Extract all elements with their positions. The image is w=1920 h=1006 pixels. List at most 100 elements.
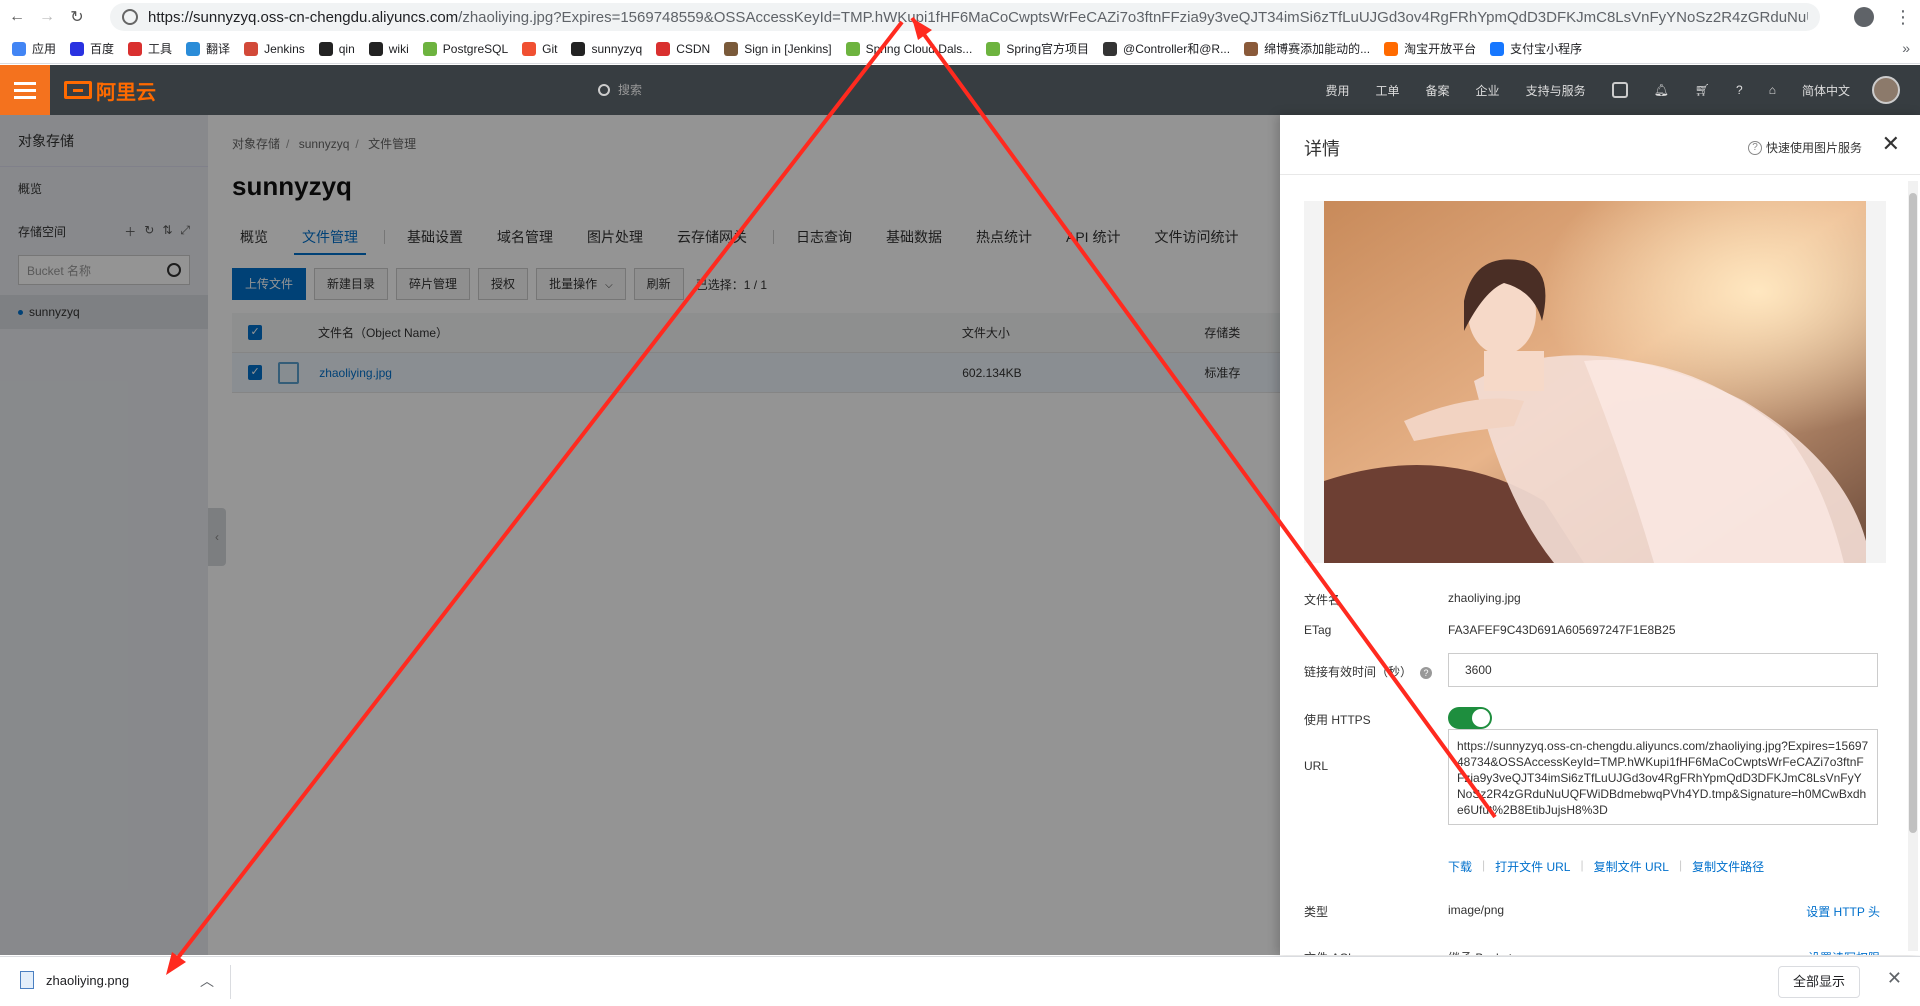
bookmark-item[interactable]: Spring Cloud Dals... [845,41,973,56]
bookmark-item[interactable]: @Controller和@R... [1103,40,1230,57]
modal-overlay[interactable] [0,115,1280,955]
panel-scrollbar[interactable] [1908,181,1918,951]
terminal-icon[interactable] [1611,82,1628,98]
bookmark-label: 绵博赛添加能动的... [1264,42,1371,56]
download-item[interactable]: zhaoliying.png [20,971,129,989]
nav-icp[interactable]: 备案 [1426,82,1450,99]
nav-fee[interactable]: 费用 [1326,82,1350,99]
bookmark-item[interactable]: Jenkins [244,41,305,56]
close-icon[interactable]: ✕ [1882,131,1900,157]
bookmark-item[interactable]: 支付宝小程序 [1490,40,1582,57]
bookmark-label: 应用 [32,42,57,56]
bookmark-icon [244,41,259,56]
nav-enterprise[interactable]: 企业 [1476,82,1500,99]
file-icon [20,971,34,989]
bookmark-label: 淘宝开放平台 [1404,42,1477,56]
acl-label: 文件 ACL [1304,949,1355,955]
copy-path-link[interactable]: 复制文件路径 [1692,858,1764,875]
logo-text: 阿里云 [96,81,156,104]
bookmark-label: 百度 [90,42,115,56]
filename-label: 文件名 [1304,593,1341,607]
url-bar[interactable]: https://sunnyzyq.oss-cn-chengdu.aliyuncs… [110,3,1820,31]
expire-input[interactable]: 3600 [1448,653,1878,687]
bookmark-item[interactable]: Sign in [Jenkins] [724,41,832,56]
url-label: URL [1304,759,1329,773]
bookmark-item[interactable]: sunnyzyq [571,41,643,56]
image-preview [1304,201,1886,563]
filename-value: zhaoliying.jpg [1448,591,1521,605]
language-switch[interactable]: 简体中文 [1802,82,1850,99]
help-icon[interactable]: ? [1420,667,1433,679]
copy-url-link[interactable]: 复制文件 URL [1594,858,1669,875]
bookmark-icon [845,41,860,56]
aliyun-logo[interactable]: 阿里云 [64,76,156,105]
bookmark-item[interactable]: 翻译 [186,40,230,57]
nav-ticket[interactable]: 工单 [1376,82,1400,99]
bookmark-item[interactable]: Spring官方项目 [986,40,1089,57]
bookmark-label: PostgreSQL [442,41,509,56]
bookmark-item[interactable]: 应用 [12,40,56,57]
download-link[interactable]: 下载 [1448,858,1472,875]
url-actions: 下载 | 打开文件 URL | 复制文件 URL | 复制文件路径 [1448,858,1765,875]
quick-image-service-link[interactable]: ? 快速使用图片服务 [1747,139,1862,156]
console-topbar: 阿里云 搜索 费用 工单 备案 企业 支持与服务 🔔︎ 🛒︎ ? ⌂ 简体中文 [0,65,1920,115]
bookmark-label: Spring Cloud Dals... [865,41,973,56]
url-text[interactable]: https://sunnyzyq.oss-cn-chengdu.aliyuncs… [148,9,1808,26]
bookmark-item[interactable]: 百度 [70,40,114,57]
bookmark-label: 工具 [148,42,173,56]
reload-icon[interactable]: ↻ [64,4,90,30]
bookmark-label: Jenkins [264,41,305,56]
bookmark-item[interactable]: wiki [368,41,409,56]
help-icon[interactable]: ? [1736,83,1743,97]
info-icon[interactable] [122,9,138,25]
bookmark-item[interactable]: 绵博赛添加能动的... [1244,40,1370,57]
bookmark-item[interactable]: CSDN [656,41,711,56]
back-icon[interactable]: ← [4,4,30,30]
bookmark-label: sunnyzyq [591,41,643,56]
acl-value: 继承 Bucket [1448,949,1512,955]
bookmark-label: Git [542,41,558,56]
https-toggle[interactable] [1448,707,1492,729]
bookmark-icon [422,41,437,56]
forward-icon[interactable]: → [34,4,60,30]
bookmark-item[interactable]: Git [522,41,558,56]
https-label: 使用 HTTPS [1304,713,1371,727]
more-menu-icon[interactable]: ⋮ [1894,7,1912,27]
chevron-up-icon[interactable]: ︿ [200,971,214,991]
bookmark-icon [1103,41,1118,56]
bookmark-item[interactable]: 工具 [128,40,172,57]
bookmark-icon [522,41,537,56]
download-shelf: zhaoliying.png ︿ 全部显示 ✕ [0,956,1920,1006]
set-acl-link[interactable]: 设置读写权限 [1808,949,1880,955]
quick-image-service-label: 快速使用图片服务 [1765,141,1862,155]
bookmarks-overflow-icon[interactable]: » [1902,40,1910,56]
bookmark-label: CSDN [676,41,711,56]
bookmark-item[interactable]: 淘宝开放平台 [1384,40,1476,57]
avatar[interactable] [1872,76,1900,104]
cart-icon[interactable]: 🛒︎ [1695,83,1710,97]
panel-title: 详情 [1304,139,1340,159]
bookmark-label: 翻译 [206,42,231,56]
bookmark-icon [318,41,333,56]
panel-header: 详情 ? 快速使用图片服务 ✕ [1280,115,1920,175]
bookmark-icon [368,41,383,56]
bell-icon[interactable]: 🔔︎ [1654,83,1669,97]
url-textarea[interactable]: https://sunnyzyq.oss-cn-chengdu.aliyuncs… [1448,729,1878,825]
nav-support[interactable]: 支持与服务 [1526,82,1586,99]
bookmark-item[interactable]: PostgreSQL [422,41,509,56]
profile-icon[interactable] [1854,7,1874,27]
topbar-nav: 费用 工单 备案 企业 支持与服务 🔔︎ 🛒︎ ? ⌂ 简体中文 [1300,65,1900,115]
menu-icon[interactable] [0,65,50,115]
bookmark-label: 支付宝小程序 [1510,42,1583,56]
set-http-header-link[interactable]: 设置 HTTP 头 [1806,903,1880,920]
bookmark-icon [1490,41,1505,56]
bookmark-item[interactable]: qin [318,41,355,56]
console-search[interactable]: 搜索 [598,81,642,98]
bookmark-icon [571,41,586,56]
bookmark-icon [656,41,671,56]
open-url-link[interactable]: 打开文件 URL [1495,858,1570,875]
close-icon[interactable]: ✕ [1887,968,1902,989]
show-all-button[interactable]: 全部显示 [1777,966,1860,998]
home-icon[interactable]: ⌂ [1769,83,1776,97]
bookmark-icon [1244,41,1259,56]
